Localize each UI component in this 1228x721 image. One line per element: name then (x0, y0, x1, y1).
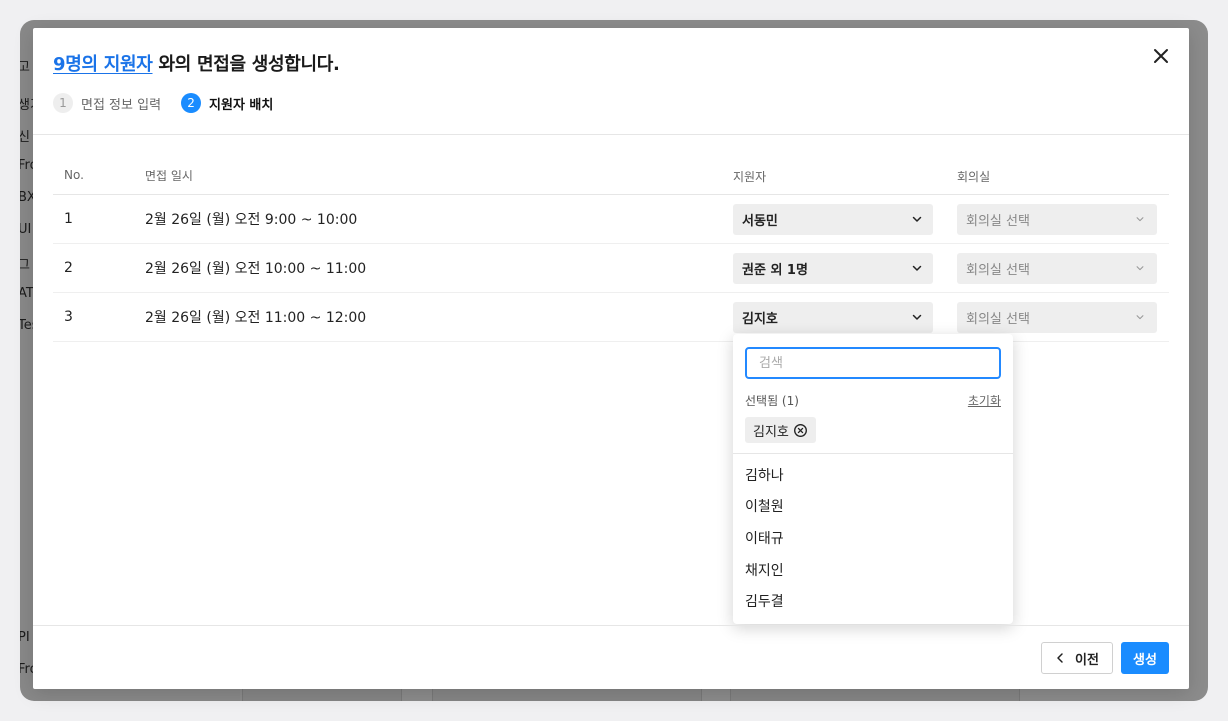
applicant-select-value: 권준 외 1명 (742, 262, 808, 278)
step-label: 면접 정보 입력 (81, 97, 162, 113)
chevron-down-icon (912, 216, 922, 222)
chevron-down-icon (1136, 315, 1144, 320)
applicants-count-link[interactable]: 9명의 지원자 (53, 54, 153, 75)
chevron-down-icon (1136, 266, 1144, 271)
room-cell: 회의실 선택 (957, 244, 1157, 292)
modal-footer: 이전 생성 (33, 625, 1189, 689)
room-select[interactable]: 회의실 선택 (957, 252, 1157, 284)
circle-close-icon (793, 423, 807, 437)
applicant-select[interactable]: 김지호 (733, 301, 933, 333)
table-row: 2 2월 26일 (월) 오전 10:00 ~ 11:00 권준 외 1명 회의… (53, 244, 1169, 293)
applicant-select[interactable]: 권준 외 1명 (733, 252, 933, 284)
search-field (745, 347, 1001, 379)
room-select[interactable]: 회의실 선택 (957, 203, 1157, 235)
table-row: 1 2월 26일 (월) 오전 9:00 ~ 10:00 서동민 회의실 선택 (53, 195, 1169, 244)
header-datetime: 면접 일시 (145, 169, 193, 183)
applicant-cell: 권준 외 1명 (733, 244, 933, 292)
step-number: 1 (53, 93, 73, 113)
applicant-dropdown: 선택됨 (1) 초기화 김지호 김하나 이철원 이태규 채지인 김두결 (733, 334, 1013, 624)
step-applicant-assign[interactable]: 2 지원자 배치 (181, 93, 273, 113)
applicant-select-value: 서동민 (742, 213, 778, 229)
create-interview-modal: 9명의 지원자 와의 면접을 생성합니다. 1 면접 정보 입력 2 지원자 배… (33, 28, 1189, 689)
chevron-down-icon (912, 314, 922, 320)
step-info-input[interactable]: 1 면접 정보 입력 (53, 93, 161, 113)
room-select[interactable]: 회의실 선택 (957, 301, 1157, 333)
header-no: No. (64, 168, 84, 182)
option-item[interactable]: 채지인 (733, 554, 1013, 586)
chevron-down-icon (1136, 217, 1144, 222)
row-datetime: 2월 26일 (월) 오전 11:00 ~ 12:00 (145, 310, 367, 326)
chevron-left-icon (1055, 652, 1065, 664)
step-number: 2 (181, 93, 202, 113)
option-item[interactable]: 이철원 (733, 491, 1013, 523)
prev-button-label: 이전 (1075, 652, 1099, 668)
close-icon (1154, 49, 1168, 63)
row-number: 1 (64, 211, 73, 227)
row-number: 2 (64, 260, 73, 276)
modal-title-text: 와의 면접을 생성합니다. (152, 54, 340, 75)
selected-count-label: 선택됨 (1) (745, 394, 799, 408)
prev-button[interactable]: 이전 (1041, 642, 1113, 674)
close-button[interactable] (1149, 44, 1173, 68)
room-select-value: 회의실 선택 (966, 311, 1030, 327)
chevron-down-icon (912, 265, 922, 271)
modal-header: 9명의 지원자 와의 면접을 생성합니다. 1 면접 정보 입력 2 지원자 배… (33, 28, 1189, 135)
applicant-cell: 서동민 (733, 195, 933, 243)
option-item[interactable]: 이태규 (733, 522, 1013, 554)
modal-title: 9명의 지원자 와의 면접을 생성합니다. (53, 50, 340, 76)
chip-label: 김지호 (753, 424, 789, 440)
option-item[interactable]: 김하나 (733, 459, 1013, 491)
header-applicant: 지원자 (733, 170, 767, 184)
option-item[interactable]: 김두결 (733, 585, 1013, 617)
option-list: 김하나 이철원 이태규 채지인 김두결 (733, 459, 1013, 617)
row-datetime: 2월 26일 (월) 오전 9:00 ~ 10:00 (145, 212, 358, 228)
create-button[interactable]: 생성 (1121, 642, 1169, 674)
applicant-select-value: 김지호 (742, 311, 778, 327)
applicant-select[interactable]: 서동민 (733, 203, 933, 235)
stepper: 1 면접 정보 입력 2 지원자 배치 (53, 93, 293, 113)
selected-chip: 김지호 (745, 417, 816, 443)
room-cell: 회의실 선택 (957, 195, 1157, 243)
dropdown-divider (733, 453, 1013, 454)
header-room: 회의실 (957, 170, 991, 184)
search-input[interactable] (759, 355, 987, 371)
row-datetime: 2월 26일 (월) 오전 10:00 ~ 11:00 (145, 261, 367, 277)
room-select-value: 회의실 선택 (966, 213, 1030, 229)
reset-link[interactable]: 초기화 (968, 392, 1001, 409)
row-number: 3 (64, 309, 73, 325)
interview-schedule-table: No. 면접 일시 지원자 회의실 1 2월 26일 (월) 오전 9:00 ~… (53, 156, 1169, 342)
step-label: 지원자 배치 (209, 97, 274, 113)
room-select-value: 회의실 선택 (966, 262, 1030, 278)
remove-chip-button[interactable] (793, 423, 808, 438)
table-header: No. 면접 일시 지원자 회의실 (53, 156, 1169, 195)
